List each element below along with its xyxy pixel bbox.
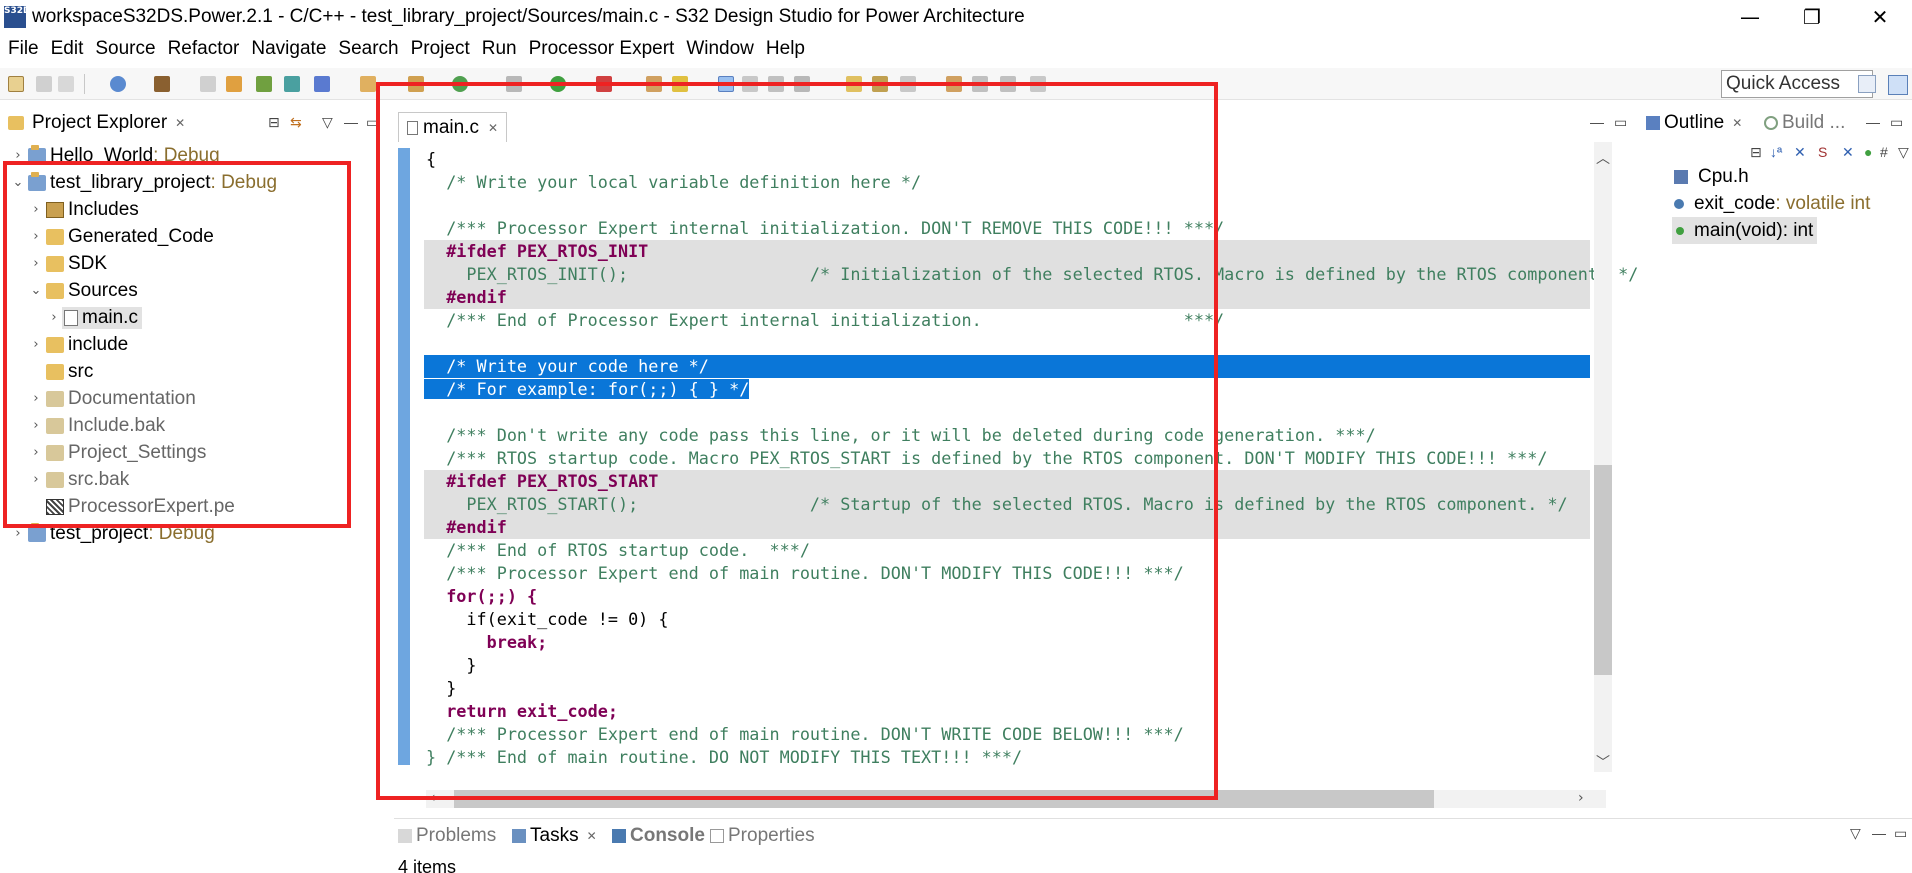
menu-processor-expert[interactable]: Processor Expert: [523, 38, 681, 60]
annotation-box-editor: [376, 82, 1218, 800]
problems-icon: [398, 829, 412, 843]
view-menu-icon[interactable]: ▽: [322, 114, 333, 131]
menu-window[interactable]: Window: [680, 38, 760, 60]
include-icon: [1674, 169, 1688, 184]
new-icon[interactable]: [8, 76, 24, 92]
project-explorer-tabbar: Project Explorer ✕ ⊟ ⇆ ▽ — ▭: [0, 108, 388, 140]
tab-console[interactable]: Console: [612, 825, 705, 847]
variable-icon: [1674, 198, 1684, 209]
chevron-right-icon[interactable]: ›: [10, 526, 26, 541]
new-folder-icon[interactable]: [256, 76, 272, 92]
scroll-up-icon[interactable]: ︿: [1594, 148, 1612, 168]
sort-icon[interactable]: ↓ª: [1770, 144, 1782, 160]
console-icon: [612, 829, 626, 843]
view-menu-icon[interactable]: ▽: [1898, 144, 1909, 161]
maximize-view-icon[interactable]: ▭: [1890, 114, 1903, 131]
minimize-view-icon[interactable]: —: [1866, 114, 1880, 130]
menu-file[interactable]: File: [2, 38, 45, 60]
build-all-icon[interactable]: [200, 76, 216, 92]
minimize-view-icon[interactable]: —: [1872, 825, 1886, 841]
menu-refactor[interactable]: Refactor: [162, 38, 246, 60]
bottom-panel: Problems Tasks ✕ Console Properties ▽ — …: [394, 818, 1912, 873]
link-editor-icon[interactable]: ⇆: [290, 114, 302, 131]
open-type-icon[interactable]: [314, 76, 330, 92]
open-element-icon[interactable]: [360, 76, 376, 92]
tab-project-explorer[interactable]: Project Explorer ✕: [6, 112, 185, 134]
function-icon: [1676, 226, 1684, 235]
new-class-icon[interactable]: [284, 76, 300, 92]
close-icon[interactable]: ✕: [1732, 116, 1742, 130]
save-icon[interactable]: [36, 76, 52, 92]
tab-properties[interactable]: Properties: [710, 825, 815, 847]
outline-icon: [1646, 116, 1660, 130]
minimize-view-icon[interactable]: —: [344, 114, 358, 130]
maximize-view-icon[interactable]: ▭: [1614, 114, 1627, 131]
tab-outline[interactable]: Outline ✕: [1646, 112, 1742, 134]
minimize-button[interactable]: —: [1722, 2, 1778, 32]
build-targets-icon: [1764, 116, 1778, 130]
menu-search[interactable]: Search: [332, 38, 404, 60]
close-icon[interactable]: ✕: [175, 116, 185, 130]
scroll-right-icon[interactable]: ›: [1578, 790, 1584, 806]
project-explorer-icon: [8, 116, 24, 130]
vertical-scroll-thumb[interactable]: [1594, 465, 1612, 675]
menu-source[interactable]: Source: [89, 38, 161, 60]
vertical-scrollbar[interactable]: [1594, 142, 1612, 772]
tab-build-targets[interactable]: Build ...: [1764, 112, 1845, 134]
save-all-icon[interactable]: [58, 76, 74, 92]
maximize-button[interactable]: ❐: [1784, 2, 1840, 32]
outline-item-main[interactable]: main(void) : int: [1672, 217, 1818, 244]
new-project-icon[interactable]: [226, 76, 242, 92]
open-perspective-icon[interactable]: [1858, 75, 1876, 93]
window-title: workspaceS32DS.Power.2.1 - C/C++ - test_…: [32, 6, 1025, 27]
build-config-icon[interactable]: [110, 76, 126, 92]
project-explorer-title: Project Explorer: [32, 112, 168, 133]
tasks-item-count: 4 items: [398, 857, 457, 873]
menu-project[interactable]: Project: [405, 38, 476, 60]
tab-tasks[interactable]: Tasks ✕: [512, 825, 597, 847]
annotation-box-project-tree: [3, 161, 351, 528]
scroll-down-icon[interactable]: ﹀: [1594, 752, 1612, 772]
outline-item-cpu-h[interactable]: Cpu.h: [1674, 163, 1749, 190]
hide-fields-icon[interactable]: ✕: [1794, 144, 1806, 161]
menu-run[interactable]: Run: [476, 38, 523, 60]
hide-non-public-icon[interactable]: ✕: [1842, 144, 1854, 161]
tab-problems[interactable]: Problems: [398, 825, 496, 847]
menu-navigate[interactable]: Navigate: [245, 38, 332, 60]
minimize-view-icon[interactable]: —: [1590, 114, 1604, 130]
close-icon[interactable]: ✕: [587, 829, 597, 843]
properties-icon: [710, 829, 724, 843]
toolbar-separator: [84, 74, 85, 94]
group-includes-icon[interactable]: #: [1880, 144, 1888, 160]
tasks-icon: [512, 829, 526, 843]
close-button[interactable]: ✕: [1852, 2, 1908, 32]
quick-access-input[interactable]: Quick Access: [1721, 70, 1873, 98]
hide-static-icon[interactable]: S: [1818, 144, 1827, 160]
maximize-view-icon[interactable]: ▭: [1894, 825, 1907, 842]
c-cpp-perspective-icon[interactable]: [1888, 75, 1908, 95]
menu-help[interactable]: Help: [760, 38, 811, 60]
outline-panel: Outline ✕ Build ... — ▭ ⊟ ↓ª ✕ S ✕ ● # ▽…: [1642, 108, 1912, 810]
menu-edit[interactable]: Edit: [45, 38, 90, 60]
menu-bar: File Edit Source Refactor Navigate Searc…: [0, 34, 1912, 64]
app-icon: S32DS: [4, 6, 37, 28]
view-menu-icon[interactable]: ▽: [1850, 825, 1861, 842]
build-hammer-icon[interactable]: [154, 76, 170, 92]
hide-macros-icon[interactable]: ●: [1864, 144, 1872, 160]
collapse-all-icon[interactable]: ⊟: [1750, 144, 1762, 161]
outline-item-exit-code[interactable]: exit_code : volatile int: [1674, 190, 1870, 217]
collapse-all-icon[interactable]: ⊟: [268, 114, 280, 131]
title-bar: S32DS workspaceS32DS.Power.2.1 - C/C++ -…: [0, 0, 1912, 34]
